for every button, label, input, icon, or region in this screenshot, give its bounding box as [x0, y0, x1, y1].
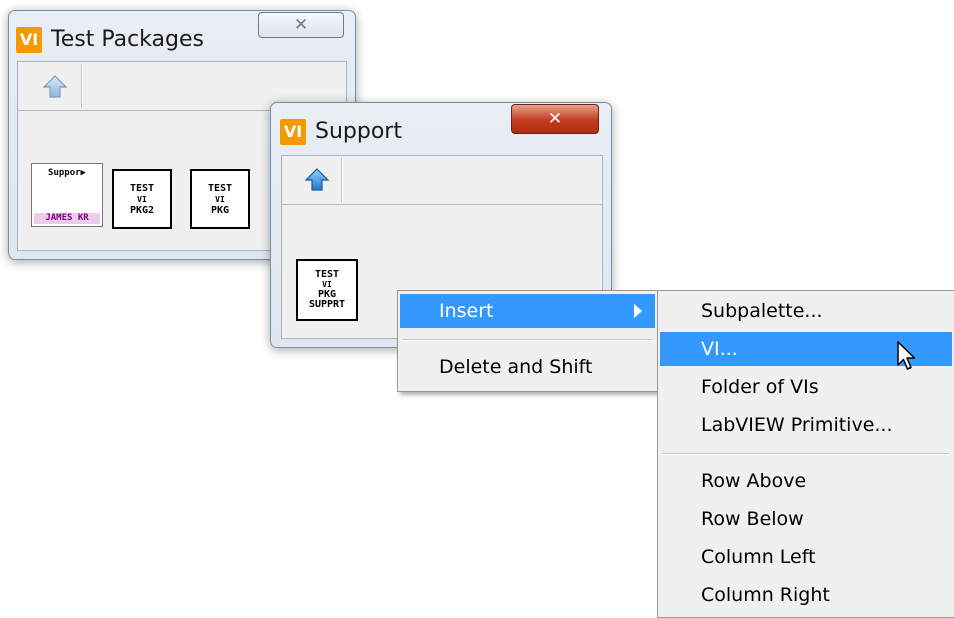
icon-footer: JAMES KR	[34, 213, 100, 224]
menu-item-label: Insert	[439, 300, 494, 322]
close-button[interactable]: ✕	[511, 104, 599, 134]
test-packages-titlebar[interactable]: VI Test Packages ✕	[9, 11, 355, 57]
icon-label: SUPPRT	[308, 299, 346, 310]
menu-separator	[662, 453, 950, 454]
palette-icon-test-vi-pkg-supprt[interactable]: TEST VI PKG SUPPRT	[296, 259, 358, 321]
window-title: Test Packages	[51, 27, 204, 52]
context-menu: Insert Delete and Shift	[397, 290, 658, 392]
submenu-item-folder-of-vis[interactable]: Folder of VIs	[660, 370, 952, 404]
icon-label: VI	[215, 194, 225, 204]
palette-toolbar	[282, 156, 602, 205]
submenu-item-subpalette[interactable]: Subpalette...	[660, 294, 952, 328]
menu-item-label: VI...	[701, 338, 738, 360]
submenu-item-row-below[interactable]: Row Below	[660, 502, 952, 536]
menu-item-label: Row Above	[701, 470, 807, 492]
menu-item-label: Subpalette...	[701, 300, 823, 322]
close-button[interactable]: ✕	[258, 12, 344, 38]
icon-label: PKG	[210, 204, 230, 216]
menu-separator	[402, 339, 653, 340]
submenu-item-column-right[interactable]: Column Right	[660, 578, 952, 612]
window-title: Support	[315, 119, 402, 144]
insert-submenu: Subpalette... VI... Folder of VIs LabVIE…	[657, 290, 954, 618]
icon-label: TEST	[207, 182, 233, 194]
palette-icon-support[interactable]: Suppor▶ JAMES KR	[31, 163, 103, 227]
palette-icon-test-vi-pkg2[interactable]: TEST VI PKG2	[112, 169, 172, 229]
menu-item-label: Column Right	[701, 584, 830, 606]
menu-item-label: Folder of VIs	[701, 376, 819, 398]
up-arrow-icon[interactable]	[42, 74, 68, 100]
toolbar-separator	[81, 64, 82, 108]
icon-label: TEST	[129, 182, 155, 194]
submenu-item-labview-primitive[interactable]: LabVIEW Primitive...	[660, 408, 952, 442]
icon-label: Suppor▶	[48, 168, 86, 178]
up-arrow-icon[interactable]	[304, 167, 330, 193]
close-icon: ✕	[293, 15, 309, 35]
labview-logo-icon: VI	[16, 27, 42, 53]
submenu-item-row-above[interactable]: Row Above	[660, 464, 952, 498]
support-titlebar[interactable]: VI Support ✕	[271, 103, 611, 149]
close-icon: ✕	[547, 109, 563, 129]
icon-label: TEST	[314, 269, 340, 280]
mouse-pointer-icon	[897, 341, 916, 370]
icon-label: VI	[137, 194, 147, 204]
toolbar-separator	[341, 158, 342, 202]
menu-item-label: LabVIEW Primitive...	[701, 414, 893, 436]
submenu-arrow-icon	[634, 304, 642, 318]
menu-item-insert[interactable]: Insert	[400, 294, 655, 328]
menu-item-label: Column Left	[701, 546, 816, 568]
submenu-item-column-left[interactable]: Column Left	[660, 540, 952, 574]
menu-item-label: Delete and Shift	[439, 356, 593, 378]
icon-label: PKG2	[129, 204, 155, 216]
labview-logo-icon: VI	[280, 119, 306, 145]
menu-item-delete-and-shift[interactable]: Delete and Shift	[400, 350, 655, 384]
menu-item-label: Row Below	[701, 508, 804, 530]
palette-icon-test-vi-pkg[interactable]: TEST VI PKG	[190, 169, 250, 229]
